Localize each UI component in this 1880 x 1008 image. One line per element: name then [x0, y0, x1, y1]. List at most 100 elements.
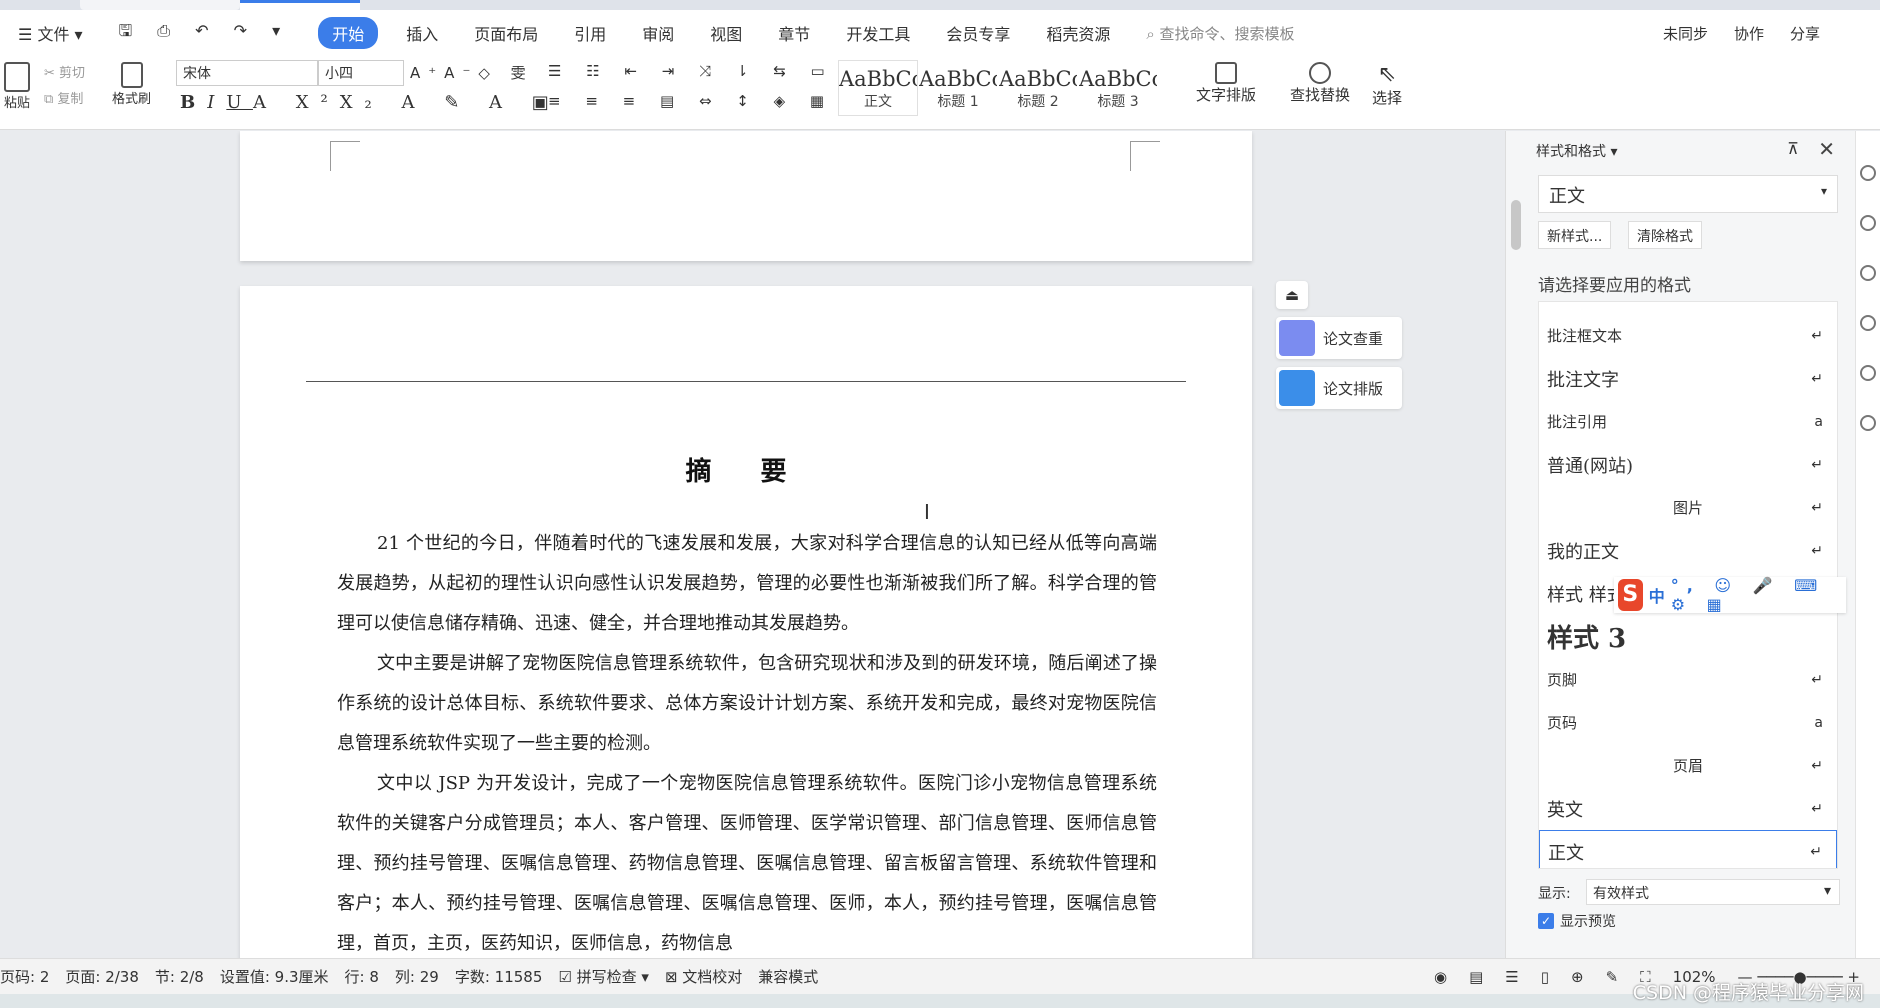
thesis-check-button[interactable]: 论文查重 — [1276, 317, 1402, 359]
style-normal[interactable]: AaBbCcI正文 — [838, 60, 918, 116]
side-tool-icon[interactable] — [1860, 415, 1876, 431]
tab-home[interactable] — [80, 0, 240, 10]
pointer-icon: ⇖ — [1377, 62, 1397, 87]
side-tool-icon[interactable] — [1860, 165, 1876, 181]
status-page-code: 页码: 2 — [0, 968, 50, 986]
font-size-select[interactable]: 小四 — [318, 60, 404, 86]
alignment-buttons[interactable]: ≡ ≡ ≡ ▤ ⇔ ↕ ◈ ▦ — [548, 92, 834, 110]
format-painter-button[interactable]: 格式刷 — [112, 62, 151, 107]
page-view-icon[interactable]: ▤ — [1469, 968, 1483, 986]
style-item[interactable]: 页码 a — [1539, 701, 1837, 744]
style-item[interactable]: 批注框文本 ↵ — [1539, 314, 1837, 357]
tab-developer[interactable]: 开发工具 — [846, 21, 910, 45]
select-button[interactable]: ⇖ 选择 — [1372, 62, 1402, 108]
text-format-buttons[interactable]: BIUA X²X₂ A ✎ A ▣ — [180, 92, 561, 113]
spell-check-button[interactable]: ☑ 拼写检查 ▾ — [558, 966, 649, 987]
list-buttons[interactable]: ☰ ☷ ⇤ ⇥ ⤨ ⇂ ⇆ ▭ — [548, 62, 835, 80]
tab-page-layout[interactable]: 页面布局 — [474, 21, 538, 45]
styles-panel: 样式和格式 ▾ ⊼ ✕ 正文 ▾ 新样式... 清除格式 请选择要应用的格式 批注… — [1505, 131, 1855, 958]
share-button[interactable]: 分享 — [1790, 23, 1820, 44]
pin-icon[interactable]: ⊼ — [1787, 139, 1799, 158]
new-style-button[interactable]: 新样式... — [1538, 221, 1612, 249]
tab-start[interactable]: 开始 — [318, 17, 379, 49]
tab-member[interactable]: 会员专享 — [946, 21, 1010, 45]
style-item-selected[interactable]: 正文 ↵ — [1539, 830, 1837, 868]
web-view-icon[interactable]: ⊕ — [1571, 968, 1584, 986]
checkbox-icon: ✓ — [1538, 913, 1554, 929]
style-item[interactable]: 批注文字 ↵ — [1539, 357, 1837, 400]
scroll-thumb[interactable] — [1511, 200, 1521, 250]
paste-button[interactable]: 粘贴 — [4, 62, 30, 111]
style-item[interactable]: 图片 ↵ — [1539, 486, 1837, 529]
tab-sections[interactable]: 章节 — [778, 21, 810, 45]
paragraph-1[interactable]: 21 个世纪的今日，伴随着时代的飞速发展和发展，大家对科学合理信息的认知已经从低… — [337, 524, 1157, 644]
style-item[interactable]: 页脚 ↵ — [1539, 658, 1837, 701]
status-bar: 页码: 2 页面: 2/38 节: 2/8 设置值: 9.3厘米 行: 8 列:… — [0, 958, 1880, 994]
show-preview-checkbox[interactable]: ✓ 显示预览 — [1538, 911, 1616, 931]
bottom-strip — [0, 994, 1880, 1008]
find-replace-button[interactable]: 查找替换 — [1290, 62, 1350, 105]
current-style-select[interactable]: 正文 ▾ — [1538, 175, 1838, 213]
side-tool-icon[interactable] — [1860, 215, 1876, 231]
tab-document[interactable] — [240, 0, 360, 10]
chevron-down-icon: ▾ — [1823, 883, 1831, 899]
sync-status[interactable]: 未同步 — [1663, 23, 1708, 44]
tab-review[interactable]: 审阅 — [642, 21, 674, 45]
cut-button[interactable]: ✂ 剪切 — [44, 62, 85, 81]
tab-references[interactable]: 引用 — [574, 21, 606, 45]
document-scrollbar[interactable] — [1510, 140, 1522, 950]
status-word-count[interactable]: 字数: 11585 — [455, 966, 543, 987]
style-heading-1[interactable]: AaBbCcl标题 1 — [918, 60, 998, 116]
text-cursor-icon: I — [924, 500, 930, 524]
ime-tool-icons[interactable]: °, ☺ 🎤 ⌨ ⚙ ▦ — [1671, 576, 1846, 614]
ime-mode[interactable]: 中 — [1649, 583, 1665, 607]
brush-icon — [120, 62, 143, 88]
paragraph-2[interactable]: 文中主要是讲解了宠物医院信息管理系统软件，包含研究现状和涉及到的研发环境，随后阐… — [337, 644, 1157, 764]
style-item[interactable]: 英文 ↵ — [1539, 787, 1837, 830]
tab-docer[interactable]: 稻壳资源 — [1046, 21, 1110, 45]
clipboard-icon — [4, 62, 30, 92]
font-name-select[interactable]: 宋体 — [176, 60, 318, 86]
side-tool-icon[interactable] — [1860, 265, 1876, 281]
text-layout-icon — [1215, 62, 1237, 84]
clear-format-button[interactable]: 清除格式 — [1628, 221, 1702, 249]
quick-access-icons[interactable]: 🖫 ⎙ ↶ ↷ ▾ — [119, 20, 291, 47]
collaborate-button[interactable]: 协作 — [1734, 23, 1764, 44]
style-heading-2[interactable]: AaBbCcI标题 2 — [998, 60, 1078, 116]
status-section: 节: 2/8 — [154, 968, 204, 986]
file-menu[interactable]: ☰ 文件 ▾ — [18, 21, 83, 45]
page-2[interactable]: 摘 要 21 个世纪的今日，伴随着时代的飞速发展和发展，大家对科学合理信息的认知… — [240, 286, 1252, 958]
doc-proofread-button[interactable]: ⊠ 文档校对 — [665, 966, 742, 987]
eye-icon[interactable]: ◉ — [1434, 968, 1447, 986]
style-item[interactable]: 普通(网站) ↵ — [1539, 443, 1837, 486]
style-item[interactable]: 样式 3 — [1539, 615, 1837, 658]
paragraph-3[interactable]: 文中以 JSP 为开发设计，完成了一个宠物医院信息管理系统软件。医院门诊小宠物信… — [337, 764, 1157, 958]
page-1 — [240, 131, 1252, 261]
command-search[interactable]: ⌕ 查找命令、搜索模板 — [1146, 23, 1294, 44]
collapse-button[interactable]: ⏏ — [1276, 281, 1308, 309]
style-item[interactable]: 我的正文 ↵ — [1539, 529, 1837, 572]
thesis-layout-button[interactable]: 论文排版 — [1276, 367, 1402, 409]
check-icon — [1279, 320, 1315, 356]
panel-title[interactable]: 样式和格式 ▾ — [1536, 141, 1617, 161]
style-item[interactable]: 批注引用 a — [1539, 400, 1837, 443]
apply-label: 请选择要应用的格式 — [1538, 276, 1691, 296]
read-view-icon[interactable]: ▯ — [1541, 968, 1549, 986]
style-heading-3[interactable]: AaBbCc 标题 3 — [1078, 60, 1158, 116]
chevron-down-icon: ▾ — [1820, 184, 1827, 198]
outline-view-icon[interactable]: ☰ — [1505, 968, 1518, 986]
close-icon[interactable]: ✕ — [1818, 137, 1835, 161]
tab-insert[interactable]: 插入 — [406, 21, 438, 45]
status-page[interactable]: 页面: 2/38 — [65, 966, 139, 987]
font-size-tools[interactable]: A⁺A⁻◇ 雯 — [410, 62, 534, 83]
side-tool-icon[interactable] — [1860, 365, 1876, 381]
tab-view[interactable]: 视图 — [710, 21, 742, 45]
status-position: 设置值: 9.3厘米 — [219, 968, 329, 986]
text-layout-button[interactable]: 文字排版 — [1196, 62, 1256, 105]
copy-button[interactable]: ⧉ 复制 — [44, 88, 83, 107]
side-tool-icon[interactable] — [1860, 315, 1876, 331]
ime-toolbar[interactable]: S 中 °, ☺ 🎤 ⌨ ⚙ ▦ — [1614, 576, 1846, 614]
show-select[interactable]: 有效样式 ▾ — [1586, 879, 1840, 905]
pen-icon[interactable]: ✎ — [1606, 968, 1619, 986]
style-item[interactable]: 页眉 ↵ — [1539, 744, 1837, 787]
